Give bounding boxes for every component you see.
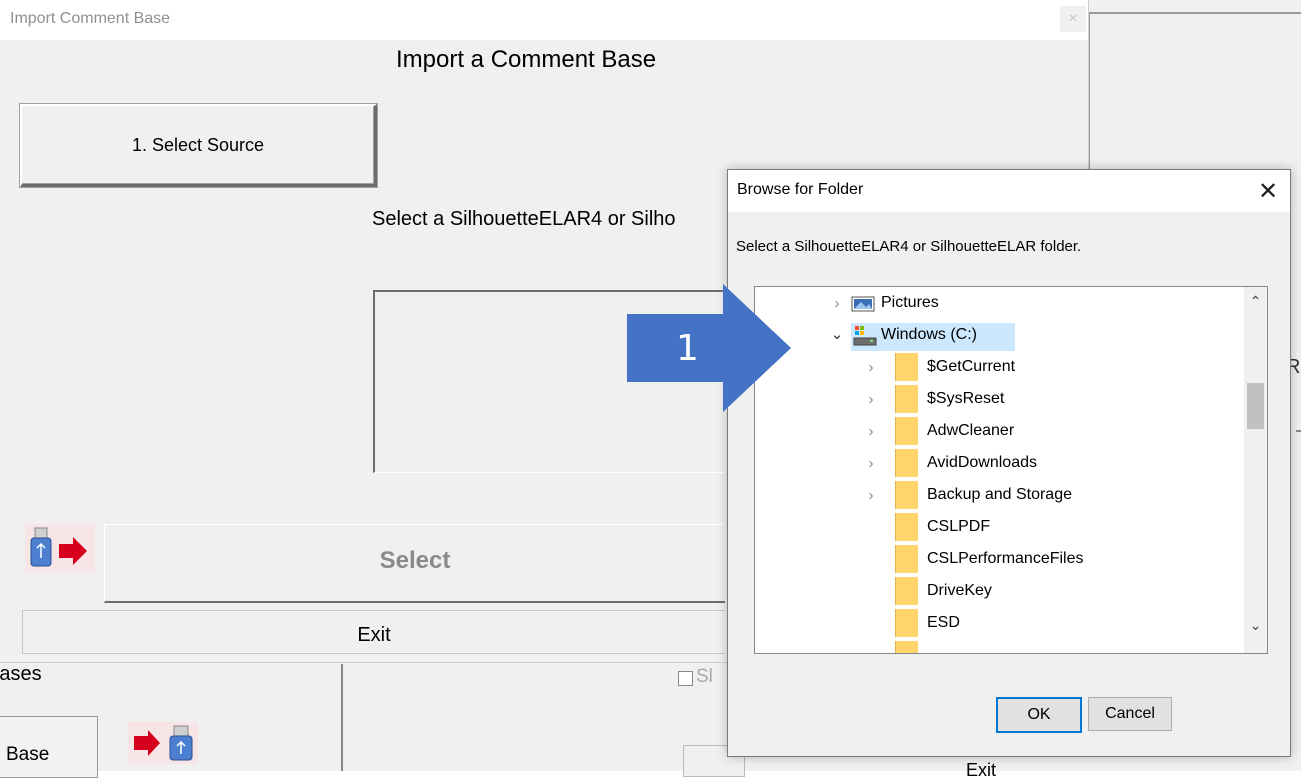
folder-icon (895, 353, 918, 381)
import-close-button[interactable]: × (1060, 6, 1086, 32)
tree-item-label: DriveKey (927, 582, 992, 599)
background-base-button-label: Base (6, 744, 50, 765)
chevron-down-icon[interactable]: ⌄ (829, 327, 845, 343)
dialog-description: Select a SilhouetteELAR4 or SilhouetteEL… (736, 238, 1082, 255)
tree-item-partial (755, 639, 1245, 653)
tree-item-label: $SysReset (927, 390, 1005, 407)
folder-tree[interactable]: › Pictures ⌄ Windows (C:) › $GetCurrent … (754, 286, 1268, 654)
browse-for-folder-dialog: Browse for Folder ✕ Select a SilhouetteE… (727, 169, 1291, 757)
usb-export-icon[interactable] (25, 524, 95, 572)
background-checkbox-label: Sl (696, 666, 713, 687)
tree-item-label: CSLPerformanceFiles (927, 550, 1084, 567)
tree-item-adwcleaner[interactable]: › AdwCleaner (755, 415, 1245, 447)
background-checkbox[interactable] (678, 671, 693, 686)
tree-item-sysreset[interactable]: › $SysReset (755, 383, 1245, 415)
background-bases-label: Bases (0, 663, 42, 685)
cancel-button[interactable]: Cancel (1088, 697, 1172, 731)
chevron-right-icon[interactable]: › (863, 488, 879, 504)
tree-item-label: Windows (C:) (881, 326, 978, 343)
tree-item-cslpdf[interactable]: CSLPDF (755, 511, 1245, 543)
tree-item-label: $GetCurrent (927, 358, 1016, 375)
tree-item-label: AvidDownloads (927, 454, 1037, 471)
tree-item-label: Backup and Storage (927, 486, 1072, 503)
background-divider-right (1296, 430, 1301, 432)
tree-item-backup-and-storage[interactable]: › Backup and Storage (755, 479, 1245, 511)
drive-icon (853, 326, 877, 346)
folder-icon (895, 481, 918, 509)
tree-item-label: CSLPDF (927, 518, 991, 535)
import-window-title: Import Comment Base (10, 10, 171, 27)
exit-button[interactable]: Exit (22, 610, 725, 654)
chevron-right-icon[interactable]: › (863, 360, 879, 376)
folder-icon (895, 545, 918, 573)
folder-icon (895, 641, 918, 653)
folder-icon (895, 609, 918, 637)
tree-item-label: ESD (927, 614, 960, 631)
tree-item-pictures[interactable]: › Pictures (755, 287, 1245, 319)
dialog-close-button[interactable]: ✕ (1250, 174, 1286, 210)
folder-icon (895, 513, 918, 541)
usb-import-icon[interactable] (128, 722, 198, 764)
folder-icon (895, 577, 918, 605)
ok-button[interactable]: OK (996, 697, 1082, 733)
tree-item-getcurrent[interactable]: › $GetCurrent (755, 351, 1245, 383)
dialog-title: Browse for Folder (737, 181, 864, 198)
chevron-right-icon[interactable]: › (829, 296, 845, 312)
tree-item-label: Pictures (881, 294, 939, 311)
tree-item-esd[interactable]: ESD (755, 607, 1245, 639)
tree-item-aviddownloads[interactable]: › AvidDownloads (755, 447, 1245, 479)
tree-item-drivekey[interactable]: DriveKey (755, 575, 1245, 607)
chevron-right-icon[interactable]: › (863, 424, 879, 440)
folder-icon (895, 417, 918, 445)
scroll-down-arrow-icon[interactable]: ⌄ (1244, 617, 1267, 637)
callout-number: 1 (676, 328, 699, 369)
tree-item-label: AdwCleaner (927, 422, 1015, 439)
background-panel-divider (341, 664, 343, 771)
scroll-thumb[interactable] (1247, 383, 1264, 429)
chevron-right-icon[interactable]: › (863, 392, 879, 408)
folder-icon (895, 385, 918, 413)
callout-arrow-icon (627, 284, 791, 412)
scroll-up-arrow-icon[interactable]: ⌃ (1244, 293, 1267, 313)
import-heading: Import a Comment Base (396, 46, 657, 73)
background-divider-top (1088, 12, 1301, 14)
tree-item-windows-drive[interactable]: ⌄ Windows (C:) (755, 319, 1245, 351)
vertical-scrollbar[interactable]: ⌃ ⌄ (1244, 287, 1267, 653)
chevron-right-icon[interactable]: › (863, 456, 879, 472)
instruction-text: Select a SilhouetteELAR4 or Silho (372, 208, 676, 230)
tree-item-cslperformancefiles[interactable]: CSLPerformanceFiles (755, 543, 1245, 575)
folder-icon (895, 449, 918, 477)
pictures-icon (851, 296, 875, 312)
select-button[interactable]: Select (104, 524, 725, 603)
select-source-button[interactable]: 1. Select Source (20, 104, 377, 187)
